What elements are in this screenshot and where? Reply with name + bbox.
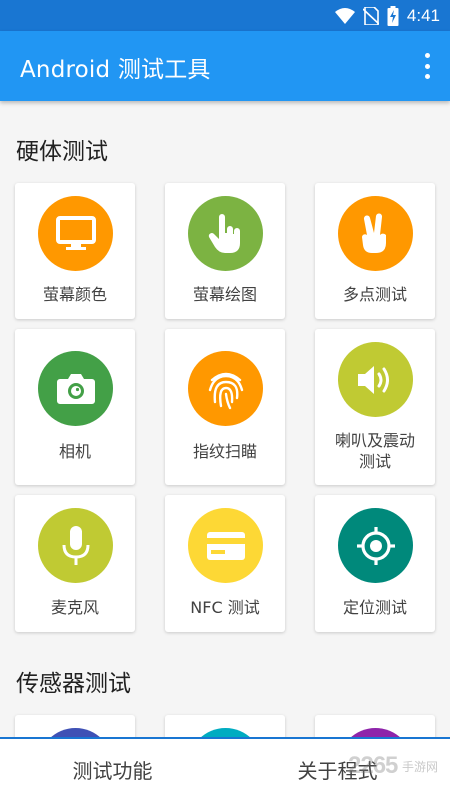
wifi-icon <box>334 8 355 24</box>
card-speaker-vibration[interactable]: 喇叭及震动 测试 <box>315 329 435 485</box>
card-label: 相机 <box>58 442 91 461</box>
touch-finger-icon <box>208 213 240 253</box>
card-nfc[interactable]: NFC 测试 <box>165 495 285 632</box>
card-icon <box>206 531 245 560</box>
card-multi-touch[interactable]: 多点测试 <box>315 183 435 319</box>
monitor-icon <box>55 215 96 250</box>
status-time: 4:41 <box>406 6 440 25</box>
app-title: Android 测试工具 <box>20 57 211 83</box>
card-icon-circle <box>188 508 263 583</box>
status-icons: 4:41 <box>334 5 440 27</box>
card-icon-circle <box>38 196 113 271</box>
fingerprint-icon <box>208 372 243 409</box>
overflow-dot <box>424 74 430 79</box>
speaker-icon <box>357 365 389 394</box>
card-icon-circle <box>338 508 413 583</box>
card-icon-circle <box>188 196 263 271</box>
card-location[interactable]: 定位测试 <box>315 495 435 632</box>
card-camera[interactable]: 相机 <box>15 329 135 485</box>
card-label: 萤幕绘图 <box>192 285 257 304</box>
battery-charging-icon <box>387 6 399 26</box>
card-label: 麦克风 <box>50 598 99 617</box>
card-label: 指纹扫瞄 <box>192 442 257 461</box>
card-screen-draw[interactable]: 萤幕绘图 <box>165 183 285 319</box>
card-icon-circle <box>338 342 413 417</box>
watermark-logo-sub: 手游网 <box>402 760 439 774</box>
no-sim-icon <box>362 7 379 25</box>
card-microphone[interactable]: 麦克风 <box>15 495 135 632</box>
card-icon-circle <box>38 508 113 583</box>
card-screen-color[interactable]: 萤幕颜色 <box>15 183 135 319</box>
card-icon-circle <box>188 351 263 426</box>
overflow-dot <box>424 63 430 69</box>
card-label: 定位测试 <box>342 598 407 617</box>
two-fingers-icon <box>361 212 386 253</box>
card-icon-circle <box>38 351 113 426</box>
watermark-logo: 2265 <box>348 752 398 779</box>
app-bar: Android 测试工具 <box>0 31 450 101</box>
status-bar: 4:41 <box>0 0 450 31</box>
card-fingerprint[interactable]: 指纹扫瞄 <box>165 329 285 485</box>
camera-icon <box>56 373 95 404</box>
overflow-menu-button[interactable] <box>418 53 436 79</box>
card-label: 喇叭及震动 测试 <box>334 431 415 471</box>
section-title-sensors: 传感器测试 <box>16 671 131 697</box>
section-title-hardware: 硬体测试 <box>16 139 108 165</box>
card-icon-circle <box>338 196 413 271</box>
card-label: NFC 测试 <box>190 598 260 617</box>
overflow-dot <box>424 53 430 58</box>
tab-test-functions[interactable]: 测试功能 <box>0 739 225 799</box>
card-label: 萤幕颜色 <box>42 285 107 304</box>
location-target-icon <box>356 526 395 565</box>
microphone-icon <box>62 525 89 565</box>
card-label: 多点测试 <box>342 285 407 304</box>
